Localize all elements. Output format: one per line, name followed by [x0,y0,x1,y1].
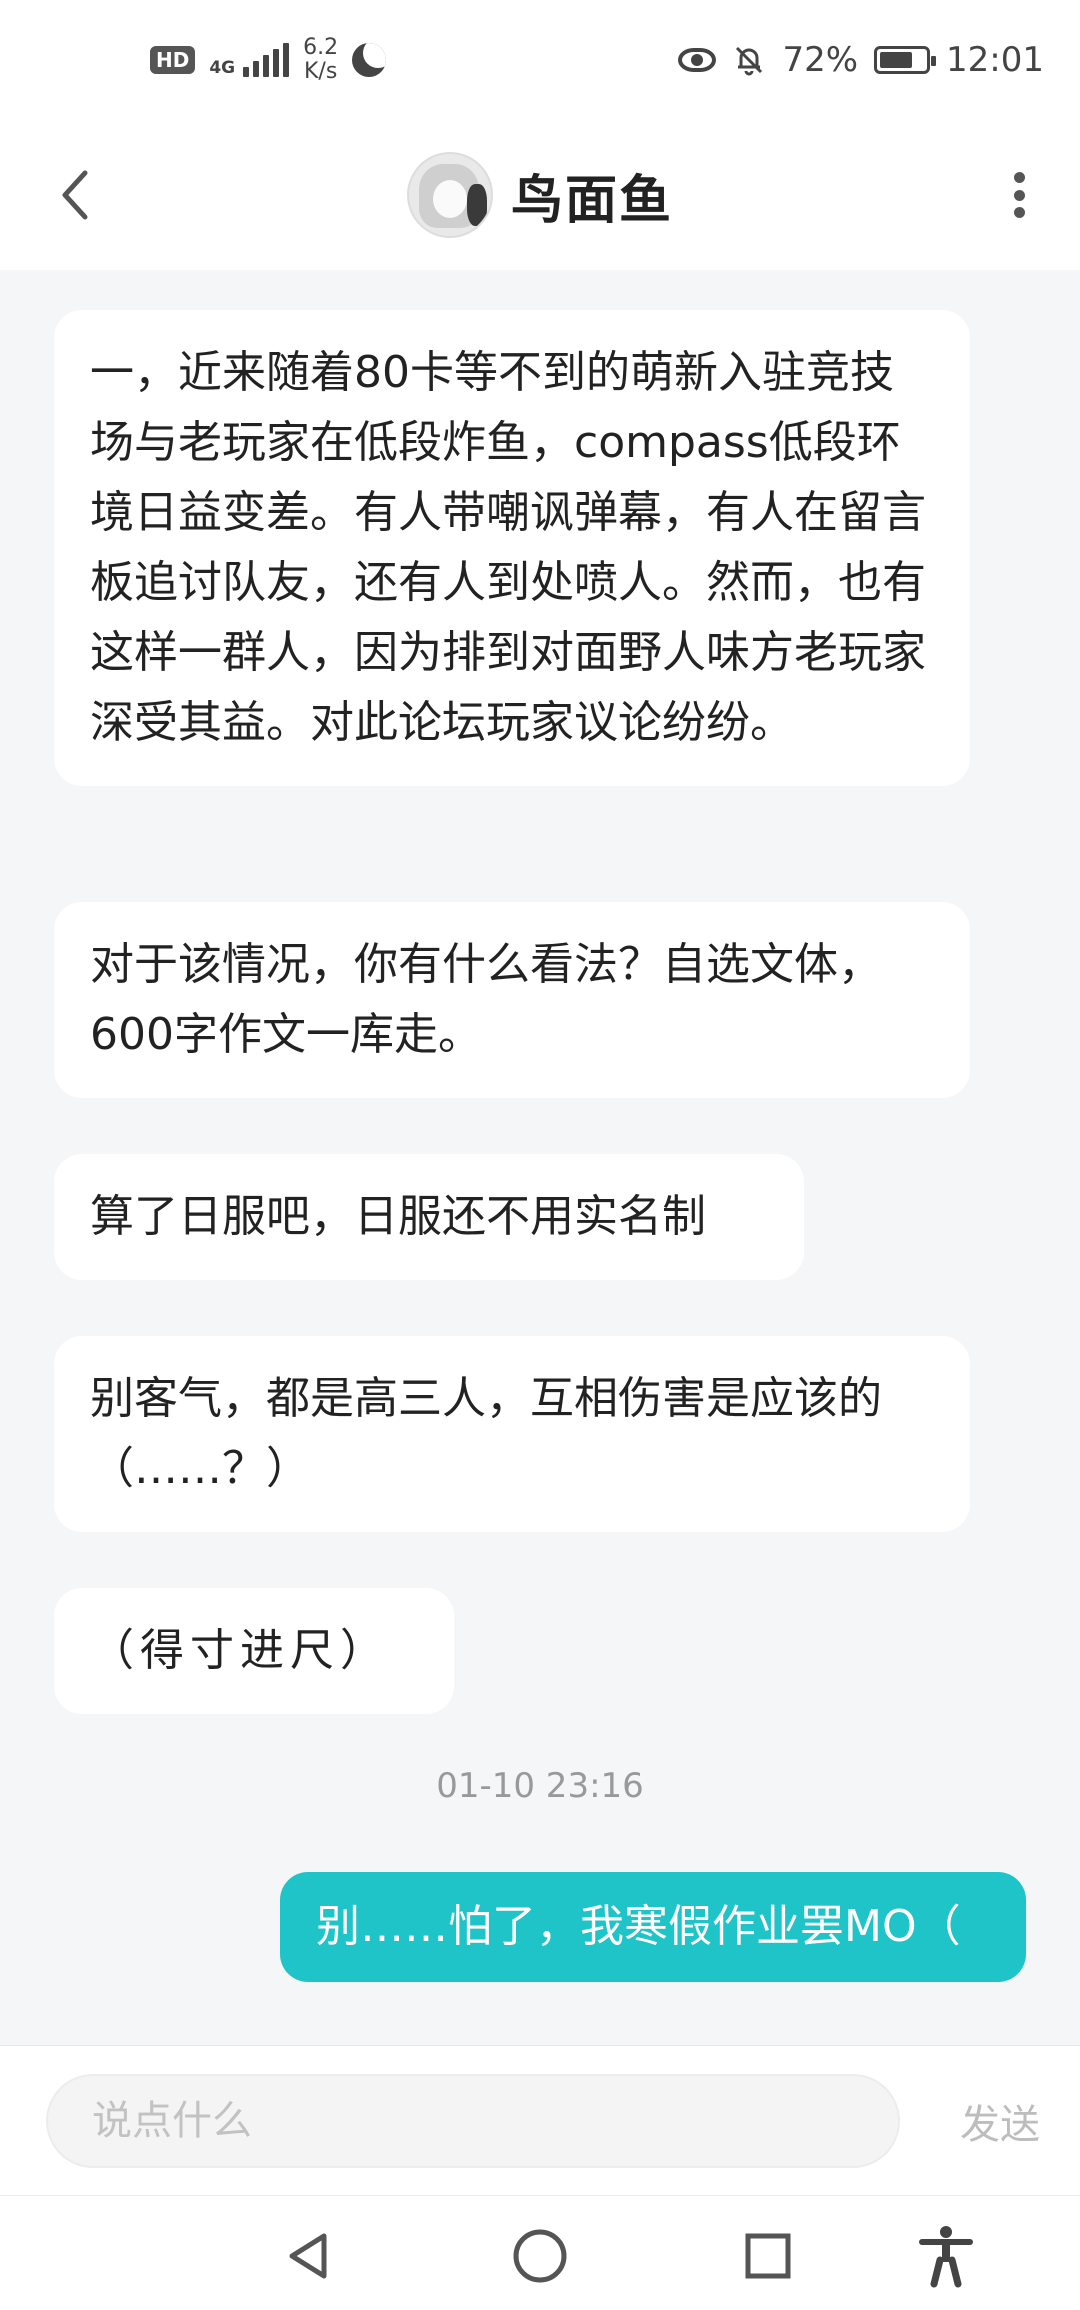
system-navigation-bar [0,2195,1080,2310]
input-bar: 发送 [0,2045,1080,2195]
network-type: 4G [209,58,236,78]
message-input[interactable] [46,2073,900,2168]
message-bubble-incoming[interactable]: 对于该情况，你有什么看法？自选文体，600字作文一库走。 [54,902,970,1098]
signal-icon: 4G [209,43,290,78]
clock: 12:01 [946,40,1044,80]
accessibility-icon [919,2226,973,2288]
message-list[interactable]: 一，近来随着80卡等不到的萌新入驻竞技场与老玩家在低段炸鱼，compass低段环… [0,270,1080,2045]
hd-badge: HD [150,46,196,74]
speed-value: 6.2 [303,35,339,60]
battery-icon [874,46,937,74]
chat-header: 鸟面鱼 [0,120,1080,270]
network-speed: 6.2 K/s [303,36,338,84]
message-bubble-outgoing[interactable]: 别……怕了，我寒假作业罢MO（ [280,1872,1026,1982]
message-bubble-incoming[interactable]: （得寸进尺） [54,1588,454,1714]
avatar[interactable] [406,152,493,238]
message-bubble-incoming[interactable]: 一，近来随着80卡等不到的萌新入驻竞技场与老玩家在低段炸鱼，compass低段环… [54,310,970,786]
battery-percent: 72% [782,40,859,80]
more-options-button[interactable] [994,162,1044,228]
chat-title-group[interactable]: 鸟面鱼 [406,152,673,238]
bell-off-icon [736,46,763,76]
nav-back-icon [289,2233,327,2279]
speed-unit: K/s [303,59,338,84]
status-bar: HD 4G 6.2 K/s 72% 12:01 [0,0,1080,120]
nav-recent-button[interactable] [728,2216,808,2296]
message-timestamp: 01-10 23:16 [436,1766,644,1806]
message-bubble-incoming[interactable]: 别客气，都是高三人，互相伤害是应该的（……？） [54,1336,970,1532]
battery-fill [880,52,912,68]
chat-title: 鸟面鱼 [510,170,673,231]
send-button[interactable]: 发送 [960,2092,1040,2150]
nav-back-button[interactable] [268,2216,348,2296]
eye-icon [678,48,717,72]
back-button[interactable] [40,160,110,230]
accessibility-button[interactable] [906,2216,986,2296]
nav-recent-icon [745,2233,791,2279]
more-vertical-icon [1013,172,1025,183]
chevron-left-icon [62,170,88,220]
nav-home-button[interactable] [500,2216,580,2296]
message-bubble-incoming[interactable]: 算了日服吧，日服还不用实名制 [54,1154,804,1280]
moon-icon [352,43,387,77]
nav-home-icon [513,2229,567,2283]
